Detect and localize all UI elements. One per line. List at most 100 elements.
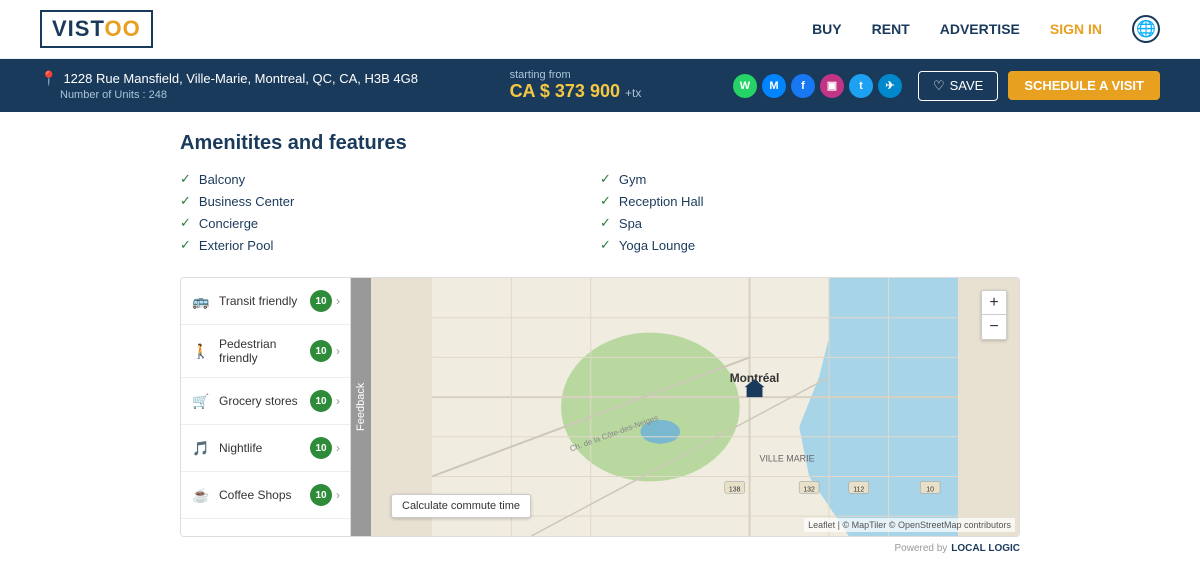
nav-signin[interactable]: SIGN IN	[1050, 21, 1102, 37]
telegram-icon[interactable]: ✈	[878, 74, 902, 98]
amenity-label: Exterior Pool	[199, 238, 273, 253]
check-icon: ✓	[180, 193, 191, 209]
map-zoom-controls: + −	[981, 290, 1007, 340]
coffee-icon: ☕	[191, 485, 211, 505]
header-bar: 📍 1228 Rue Mansfield, Ville-Marie, Montr…	[0, 59, 1200, 112]
map-container[interactable]: 138 132 112 10 Ch. de la Côte-des-Neiges…	[371, 278, 1019, 536]
grocery-icon: 🛒	[191, 391, 211, 411]
chevron-right-icon: ›	[336, 441, 340, 455]
tax-label: +tx	[625, 86, 641, 100]
map-attribution: Leaflet | © MapTiler © OpenStreetMap con…	[804, 518, 1015, 532]
zoom-in-button[interactable]: +	[982, 291, 1006, 315]
svg-text:138: 138	[729, 486, 741, 493]
sidebar-label-coffee: Coffee Shops	[219, 488, 310, 502]
save-label: SAVE	[950, 78, 984, 93]
nav-links: BUY RENT ADVERTISE SIGN IN 🌐	[812, 15, 1160, 43]
globe-icon[interactable]: 🌐	[1132, 15, 1160, 43]
amenity-label: Business Center	[199, 194, 294, 209]
nav-advertise[interactable]: ADVERTISE	[940, 21, 1020, 37]
transit-score: 10	[310, 290, 332, 312]
sidebar-item-transit[interactable]: 🚌 Transit friendly 10 ›	[181, 278, 350, 325]
nightlife-icon: 🎵	[191, 438, 211, 458]
check-icon: ✓	[180, 215, 191, 231]
amenity-label: Spa	[619, 216, 642, 231]
price-amount: CA $ 373 900	[510, 81, 620, 101]
nav-rent[interactable]: RENT	[872, 21, 910, 37]
pin-icon: 📍	[40, 70, 57, 87]
amenity-reception-hall: ✓ Reception Hall	[600, 193, 1020, 209]
heart-icon: ♡	[933, 78, 945, 94]
amenity-balcony: ✓ Balcony	[180, 171, 600, 187]
calculate-commute-button[interactable]: Calculate commute time	[391, 494, 531, 518]
coffee-score: 10	[310, 484, 332, 506]
feedback-tab[interactable]: Feedback	[351, 278, 371, 536]
chevron-right-icon: ›	[336, 344, 340, 358]
chevron-right-icon: ›	[336, 488, 340, 502]
check-icon: ✓	[600, 237, 611, 253]
amenity-label: Yoga Lounge	[619, 238, 695, 253]
address-line: 📍 1228 Rue Mansfield, Ville-Marie, Montr…	[40, 70, 418, 87]
sidebar-label-transit: Transit friendly	[219, 294, 310, 308]
instagram-icon[interactable]: ▣	[820, 74, 844, 98]
amenities-grid: ✓ Balcony ✓ Gym ✓ Business Center ✓ Rece…	[180, 171, 1020, 253]
sidebar-item-pedestrian[interactable]: 🚶 Pedestrian friendly 10 ›	[181, 325, 350, 378]
grocery-score: 10	[310, 390, 332, 412]
logo[interactable]: VISTOO	[40, 10, 153, 48]
sidebar-label-pedestrian: Pedestrian friendly	[219, 337, 310, 365]
check-icon: ✓	[600, 171, 611, 187]
amenity-yoga-lounge: ✓ Yoga Lounge	[600, 237, 1020, 253]
amenity-business-center: ✓ Business Center	[180, 193, 600, 209]
twitter-icon[interactable]: t	[849, 74, 873, 98]
logo-oo: OO	[105, 16, 141, 41]
messenger-icon[interactable]: M	[762, 74, 786, 98]
facebook-icon[interactable]: f	[791, 74, 815, 98]
chevron-right-icon: ›	[336, 394, 340, 408]
svg-text:132: 132	[803, 486, 815, 493]
sidebar-label-nightlife: Nightlife	[219, 441, 310, 455]
svg-text:10: 10	[926, 486, 934, 493]
amenity-concierge: ✓ Concierge	[180, 215, 600, 231]
price-section: starting from CA $ 373 900 +tx	[510, 69, 642, 102]
pedestrian-icon: 🚶	[191, 341, 211, 361]
zoom-out-button[interactable]: −	[982, 315, 1006, 339]
amenities-title: Amenitites and features	[180, 132, 1020, 155]
check-icon: ✓	[600, 193, 611, 209]
amenity-exterior-pool: ✓ Exterior Pool	[180, 237, 600, 253]
svg-text:112: 112	[853, 486, 864, 493]
nav-buy[interactable]: BUY	[812, 21, 842, 37]
powered-by: Powered by LOCAL LOGIC	[180, 543, 1020, 554]
nightlife-score: 10	[310, 437, 332, 459]
map-sidebar: 🚌 Transit friendly 10 › 🚶 Pedestrian fri…	[181, 278, 351, 536]
save-button[interactable]: ♡ SAVE	[918, 71, 998, 101]
local-logic-brand: LOCAL LOGIC	[951, 543, 1020, 554]
map-section: 🚌 Transit friendly 10 › 🚶 Pedestrian fri…	[180, 277, 1020, 537]
address-section: 📍 1228 Rue Mansfield, Ville-Marie, Montr…	[40, 70, 418, 101]
main-content: Amenitites and features ✓ Balcony ✓ Gym …	[0, 112, 1200, 574]
header-actions: W M f ▣ t ✈ ♡ SAVE SCHEDULE A VISIT	[733, 71, 1160, 101]
amenity-spa: ✓ Spa	[600, 215, 1020, 231]
amenity-label: Balcony	[199, 172, 245, 187]
sidebar-item-coffee[interactable]: ☕ Coffee Shops 10 ›	[181, 472, 350, 519]
price-value: CA $ 373 900 +tx	[510, 81, 642, 102]
pedestrian-score: 10	[310, 340, 332, 362]
whatsapp-icon[interactable]: W	[733, 74, 757, 98]
sidebar-item-grocery[interactable]: 🛒 Grocery stores 10 ›	[181, 378, 350, 425]
amenity-label: Gym	[619, 172, 646, 187]
amenity-label: Reception Hall	[619, 194, 704, 209]
powered-by-text: Powered by	[894, 543, 947, 554]
transit-icon: 🚌	[191, 291, 211, 311]
check-icon: ✓	[180, 237, 191, 253]
check-icon: ✓	[600, 215, 611, 231]
units-text: Number of Units : 248	[60, 89, 418, 101]
sidebar-item-nightlife[interactable]: 🎵 Nightlife 10 ›	[181, 425, 350, 472]
svg-text:VILLE MARIE: VILLE MARIE	[760, 454, 815, 464]
check-icon: ✓	[180, 171, 191, 187]
chevron-right-icon: ›	[336, 294, 340, 308]
navbar: VISTOO BUY RENT ADVERTISE SIGN IN 🌐	[0, 0, 1200, 59]
address-text: 1228 Rue Mansfield, Ville-Marie, Montrea…	[63, 71, 418, 86]
social-icons: W M f ▣ t ✈	[733, 74, 902, 98]
amenity-gym: ✓ Gym	[600, 171, 1020, 187]
logo-text: VIST	[52, 16, 105, 41]
schedule-visit-button[interactable]: SCHEDULE A VISIT	[1008, 71, 1160, 100]
amenity-label: Concierge	[199, 216, 258, 231]
